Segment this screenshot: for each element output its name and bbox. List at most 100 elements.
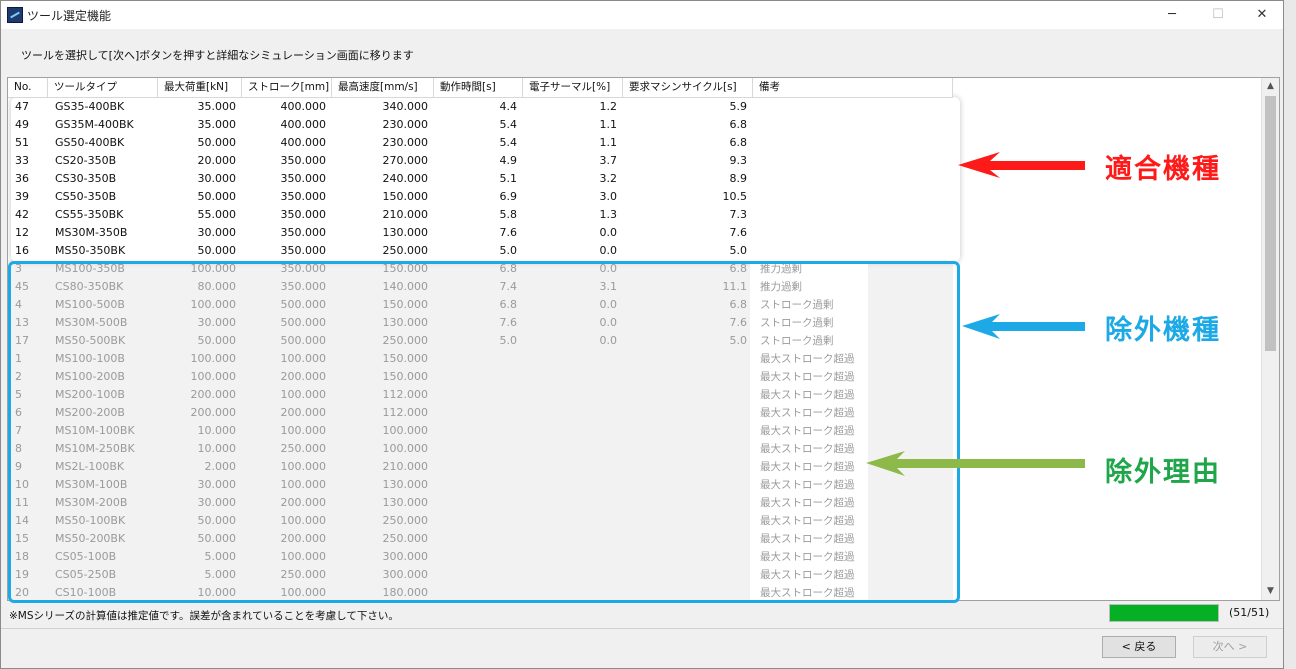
cell-no: 49 [15, 118, 29, 131]
minimize-button[interactable]: ─ [1149, 1, 1195, 29]
tool-selection-window: ツール選定機能 ─ ☐ ✕ ツールを選択して[次へ]ボタンを押すと詳細なシミュレ… [0, 0, 1284, 669]
cell-no: 16 [15, 244, 29, 257]
cell-tool-type: CS50-350B [55, 190, 117, 203]
table-row[interactable]: 16 MS50-350BK 50.000 350.000 250.000 5.0 0.0 5.… [8, 242, 953, 260]
cell-thermal: 3.0 [599, 190, 618, 203]
header-tool-type[interactable]: ツールタイプ [48, 78, 158, 97]
cell-thermal: 3.7 [599, 154, 618, 167]
cell-remarks [753, 98, 953, 116]
header-thermal[interactable]: 電子サーマル[%] [523, 78, 623, 97]
cell-max-speed: 130.000 [382, 226, 429, 239]
cell-operation-time: 7.6 [499, 226, 518, 239]
table-row[interactable]: 33 CS20-350B 20.000 350.000 270.000 4.9 3.7 9.3 [8, 152, 953, 170]
cell-tool-type: CS30-350B [55, 172, 117, 185]
cell-max-load: 30.000 [197, 172, 237, 185]
cell-tool-type: MS30M-350B [55, 226, 128, 239]
cell-no: 47 [15, 100, 29, 113]
table-row[interactable]: 12 MS30M-350B 30.000 350.000 130.000 7.6 0.0 7.… [8, 224, 953, 242]
table-row[interactable]: 36 CS30-350B 30.000 350.000 240.000 5.1 3.2 8.9 [8, 170, 953, 188]
cell-machine-cycle: 10.5 [722, 190, 748, 203]
cell-stroke: 350.000 [280, 244, 327, 257]
cell-thermal: 0.0 [599, 244, 618, 257]
app-icon [7, 7, 23, 23]
excluded-models-highlight [8, 261, 960, 603]
cell-stroke: 400.000 [280, 136, 327, 149]
cell-max-load: 50.000 [197, 190, 237, 203]
scrollbar-thumb[interactable] [1265, 96, 1276, 351]
next-button[interactable]: 次へ > [1193, 636, 1267, 658]
cell-operation-time: 5.4 [499, 136, 518, 149]
cell-stroke: 400.000 [280, 118, 327, 131]
header-max-speed[interactable]: 最高速度[mm/s] [332, 78, 434, 97]
cell-thermal: 3.2 [599, 172, 618, 185]
cell-operation-time: 5.4 [499, 118, 518, 131]
cell-machine-cycle: 7.3 [729, 208, 748, 221]
cell-max-speed: 230.000 [382, 136, 429, 149]
cell-stroke: 350.000 [280, 226, 327, 239]
cell-no: 36 [15, 172, 29, 185]
cell-operation-time: 6.9 [499, 190, 518, 203]
cell-thermal: 1.3 [599, 208, 618, 221]
scroll-down-icon[interactable]: ▼ [1262, 583, 1279, 600]
header-stroke[interactable]: ストローク[mm] [242, 78, 332, 97]
cell-no: 42 [15, 208, 29, 221]
cell-machine-cycle: 9.3 [729, 154, 748, 167]
header-max-load[interactable]: 最大荷重[kN] [158, 78, 242, 97]
close-button[interactable]: ✕ [1239, 1, 1285, 29]
cell-thermal: 1.1 [599, 118, 618, 131]
table-row[interactable]: 51 GS50-400BK 50.000 400.000 230.000 5.4 1.1 6.… [8, 134, 953, 152]
cell-max-load: 35.000 [197, 118, 237, 131]
cell-operation-time: 5.0 [499, 244, 518, 257]
cell-remarks [753, 188, 953, 206]
vertical-scrollbar[interactable]: ▲ ▼ [1261, 78, 1279, 600]
table-row[interactable]: 42 CS55-350BK 55.000 350.000 210.000 5.8 1.3 7.… [8, 206, 953, 224]
table-row[interactable]: 49 GS35M-400BK 35.000 400.000 230.000 5.4 1.1 6… [8, 116, 953, 134]
scroll-up-icon[interactable]: ▲ [1262, 78, 1279, 95]
cell-tool-type: GS50-400BK [55, 136, 125, 149]
cell-no: 12 [15, 226, 29, 239]
cell-stroke: 350.000 [280, 154, 327, 167]
cell-max-speed: 210.000 [382, 208, 429, 221]
header-machine-cycle[interactable]: 要求マシンサイクル[s] [623, 78, 753, 97]
back-button[interactable]: < 戻る [1102, 636, 1176, 658]
grid-header: No. ツールタイプ 最大荷重[kN] ストローク[mm] 最高速度[mm/s] 動作時間… [8, 78, 953, 98]
cell-max-speed: 150.000 [382, 190, 429, 203]
cell-machine-cycle: 6.8 [729, 136, 748, 149]
window-title: ツール選定機能 [27, 9, 112, 23]
progress-count: (51/51) [1229, 606, 1270, 619]
cell-max-speed: 340.000 [382, 100, 429, 113]
cell-max-speed: 230.000 [382, 118, 429, 131]
cell-remarks [753, 224, 953, 242]
cell-max-load: 20.000 [197, 154, 237, 167]
cell-tool-type: MS50-350BK [55, 244, 126, 257]
cell-thermal: 1.2 [599, 100, 618, 113]
cell-stroke: 400.000 [280, 100, 327, 113]
exclusion-reason-label: 除外理由 [1105, 457, 1221, 488]
table-row[interactable]: 47 GS35-400BK 35.000 400.000 340.000 4.4 1.2 5.… [8, 98, 953, 116]
cell-thermal: 0.0 [599, 226, 618, 239]
header-operation-time[interactable]: 動作時間[s] [434, 78, 523, 97]
cell-tool-type: CS55-350BK [55, 208, 124, 221]
cell-remarks [753, 170, 953, 188]
cell-tool-type: GS35-400BK [55, 100, 125, 113]
cell-machine-cycle: 5.0 [729, 244, 748, 257]
cell-remarks [753, 152, 953, 170]
cell-operation-time: 4.9 [499, 154, 518, 167]
maximize-button[interactable]: ☐ [1195, 1, 1241, 29]
cell-max-speed: 250.000 [382, 244, 429, 257]
suitable-models-label: 適合機種 [1105, 154, 1221, 185]
cell-remarks [753, 116, 953, 134]
header-no[interactable]: No. [8, 78, 48, 97]
cell-remarks [753, 206, 953, 224]
excluded-models-label: 除外機種 [1105, 315, 1221, 346]
cell-machine-cycle: 5.9 [729, 100, 748, 113]
cell-machine-cycle: 6.8 [729, 118, 748, 131]
cell-no: 39 [15, 190, 29, 203]
table-row[interactable]: 39 CS50-350B 50.000 350.000 150.000 6.9 3.0 10.… [8, 188, 953, 206]
footer-separator [1, 628, 1283, 629]
cell-max-load: 55.000 [197, 208, 237, 221]
progress-bar [1109, 604, 1219, 622]
cell-no: 51 [15, 136, 29, 149]
cell-tool-type: GS35M-400BK [55, 118, 134, 131]
header-remarks[interactable]: 備考 [753, 78, 953, 97]
